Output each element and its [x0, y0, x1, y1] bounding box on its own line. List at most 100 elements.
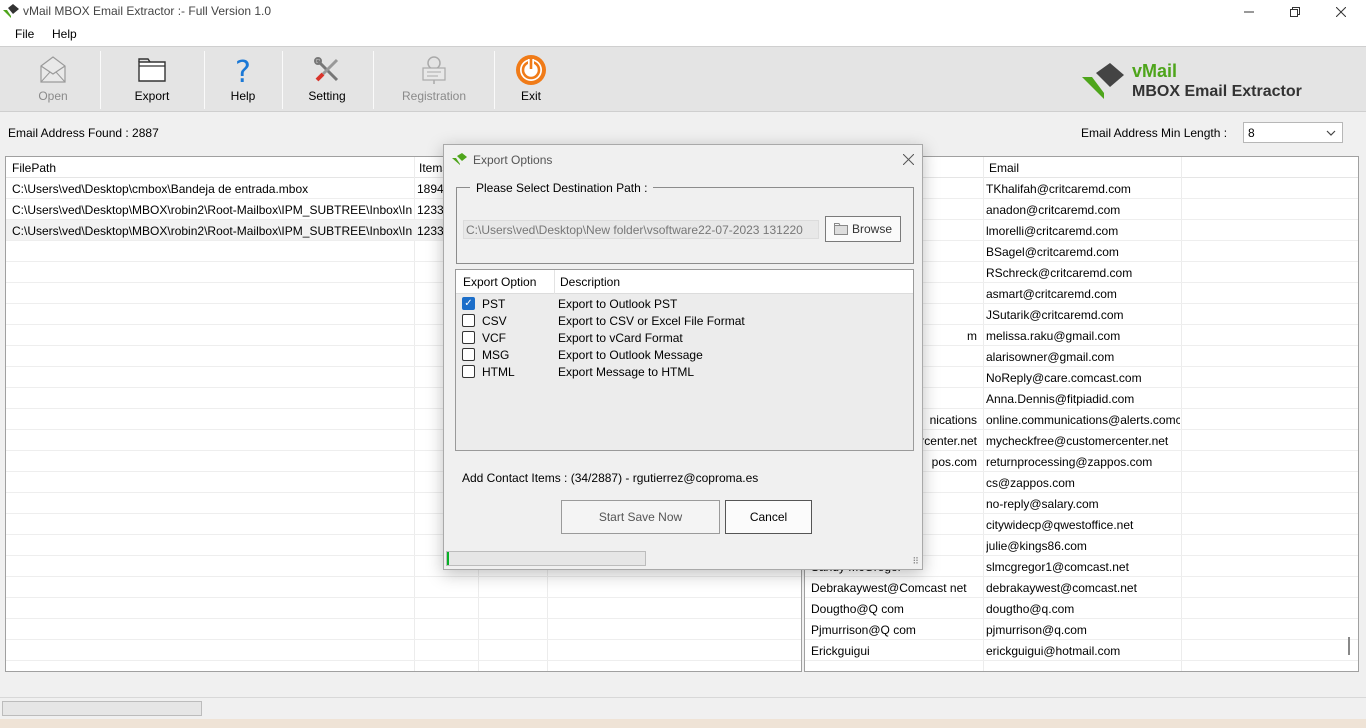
registration-button[interactable]: Registration: [398, 47, 470, 111]
brand-product: MBOX Email Extractor: [1132, 83, 1302, 100]
option-row-msg[interactable]: MSG Export to Outlook Message: [456, 346, 913, 363]
email-cell: TKhalifah@critcaremd.com: [986, 182, 1131, 196]
min-length-value: 8: [1248, 126, 1255, 140]
email-cell: debrakaywest@comcast.net: [986, 581, 1137, 595]
contact-status: Add Contact Items : (34/2887) - rgutierr…: [462, 471, 759, 485]
option-row-pst[interactable]: ✓ PST Export to Outlook PST: [456, 295, 913, 312]
menu-file[interactable]: File: [15, 27, 34, 41]
toolbar-separator: [204, 51, 205, 109]
email-cell: pjmurrison@q.com: [986, 623, 1087, 637]
checkbox[interactable]: [462, 348, 475, 361]
option-row-html[interactable]: HTML Export Message to HTML: [456, 363, 913, 380]
dialog-progress-bar: [446, 551, 646, 566]
table-row[interactable]: [6, 577, 801, 598]
email-cell: asmart@critcaremd.com: [986, 287, 1117, 301]
help-button[interactable]: ? Help: [214, 47, 272, 111]
name-cell: Erickguigui: [811, 644, 870, 658]
cancel-button[interactable]: Cancel: [725, 500, 812, 534]
setting-button[interactable]: Setting: [296, 47, 358, 111]
option-description: Export Message to HTML: [558, 365, 695, 379]
folder-icon: [138, 58, 166, 82]
progress-fill: [447, 552, 449, 565]
tools-icon: [314, 57, 339, 82]
destination-path-input[interactable]: C:\Users\ved\Desktop\New folder\vsoftwar…: [463, 220, 819, 239]
checkbox[interactable]: [462, 331, 475, 344]
export-options-dialog: Export Options Please Select Destination…: [443, 144, 923, 570]
close-button[interactable]: [1318, 0, 1364, 23]
toolbar-separator: [100, 51, 101, 109]
open-label: Open: [38, 89, 68, 103]
checkbox[interactable]: ✓: [462, 297, 475, 310]
email-cell: erickguigui@hotmail.com: [986, 644, 1121, 658]
table-row[interactable]: [6, 598, 801, 619]
vertical-scrollbar[interactable]: [1348, 637, 1350, 655]
column-export-option[interactable]: Export Option: [463, 275, 536, 289]
email-cell: dougtho@q.com: [986, 602, 1075, 616]
power-icon: [516, 55, 546, 85]
open-button[interactable]: Open: [22, 47, 84, 111]
dialog-title-bar: Export Options: [444, 145, 922, 174]
option-name: PST: [482, 297, 506, 311]
start-save-button[interactable]: Start Save Now: [561, 500, 720, 534]
table-row[interactable]: Erickguigui erickguigui@hotmail.com: [805, 640, 1358, 661]
dialog-close-button[interactable]: [902, 150, 915, 169]
column-description[interactable]: Description: [560, 275, 620, 289]
min-length-select[interactable]: 8: [1243, 122, 1343, 143]
email-cell: BSagel@critcaremd.com: [986, 245, 1119, 259]
email-cell: melissa.raku@gmail.com: [986, 329, 1121, 343]
table-row[interactable]: Dougtho@Q com dougtho@q.com: [805, 598, 1358, 619]
restore-icon: [1290, 6, 1300, 17]
registration-icon: [422, 56, 446, 84]
email-cell: citywidecp@qwestoffice.net: [986, 518, 1134, 532]
email-cell: NoReply@care.comcast.com: [986, 371, 1142, 385]
close-icon: [902, 153, 915, 166]
option-name: HTML: [482, 365, 515, 379]
option-description: Export to Outlook Message: [558, 348, 703, 362]
export-options-list: Export Option Description ✓ PST Export to …: [455, 269, 914, 451]
options-header: Export Option Description: [456, 270, 913, 294]
table-row[interactable]: [6, 619, 801, 640]
items-cell: 1233: [417, 224, 444, 238]
window-title: vMail MBOX Email Extractor :- Full Versi…: [23, 4, 272, 18]
checkbox[interactable]: [462, 365, 475, 378]
destination-legend: Please Select Destination Path :: [470, 181, 654, 195]
email-cell: cs@zappos.com: [986, 476, 1075, 490]
exit-button[interactable]: Exit: [506, 47, 556, 111]
close-icon: [1336, 6, 1346, 17]
menu-help[interactable]: Help: [52, 27, 77, 41]
taskbar-strip: [0, 719, 1366, 728]
browse-button[interactable]: Browse: [825, 216, 901, 242]
brand-name: vMail: [1132, 61, 1178, 81]
email-cell: lmorelli@critcaremd.com: [986, 224, 1119, 238]
table-row[interactable]: [6, 661, 801, 671]
option-name: CSV: [482, 314, 507, 328]
option-name: VCF: [482, 331, 506, 345]
table-row[interactable]: Debrakaywest@Comcast net debrakaywest@com…: [805, 577, 1358, 598]
exit-label: Exit: [520, 89, 541, 103]
export-button[interactable]: Export: [120, 47, 184, 111]
option-name: MSG: [482, 348, 510, 362]
maximize-button[interactable]: [1272, 0, 1318, 23]
app-logo-icon: [3, 4, 19, 18]
title-bar: vMail MBOX Email Extractor :- Full Versi…: [0, 0, 1366, 23]
option-row-vcf[interactable]: VCF Export to vCard Format: [456, 329, 913, 346]
resize-grip-icon[interactable]: ⠿: [912, 556, 919, 567]
vmail-logo-icon: [1082, 63, 1124, 99]
name-cell: Dougtho@Q com: [811, 602, 904, 616]
minimize-button[interactable]: [1226, 0, 1272, 23]
question-mark-icon: ?: [235, 55, 251, 86]
menu-bar: File Help: [0, 23, 1366, 46]
toolbar: Open Export ? Help Setting Registration …: [0, 46, 1366, 112]
checkbox[interactable]: [462, 314, 475, 327]
table-row[interactable]: [6, 640, 801, 661]
column-email[interactable]: Email: [989, 161, 1019, 175]
column-filepath[interactable]: FilePath: [12, 161, 56, 175]
option-row-csv[interactable]: CSV Export to CSV or Excel File Format: [456, 312, 913, 329]
table-row[interactable]: Pjmurrison@Q com pjmurrison@q.com: [805, 619, 1358, 640]
export-label: Export: [134, 89, 170, 103]
email-cell: slmcgregor1@comcast.net: [986, 560, 1129, 574]
email-cell: returnprocessing@zappos.com: [986, 455, 1153, 469]
dialog-title: Export Options: [473, 153, 553, 167]
name-cell: Debrakaywest@Comcast net: [811, 581, 967, 595]
file-path-cell: C:\Users\ved\Desktop\MBOX\robin2\Root-Ma…: [12, 203, 412, 217]
